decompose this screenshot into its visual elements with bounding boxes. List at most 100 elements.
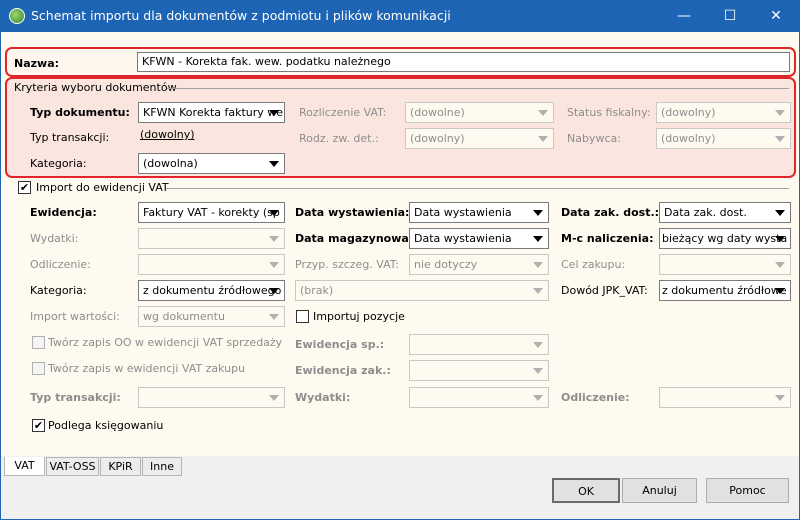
typ-dokumentu-label: Typ dokumentu:: [30, 106, 130, 119]
rodz-zw-det-value: (dowolny): [410, 132, 465, 145]
status-fiskalny-label: Status fiskalny:: [567, 106, 651, 119]
help-button[interactable]: Pomoc: [706, 478, 789, 503]
wydatki2-label: Wydatki:: [295, 391, 351, 404]
chevron-down-icon: [533, 210, 543, 216]
chevron-down-icon: [775, 395, 785, 401]
wydatki2-select[interactable]: [409, 387, 549, 408]
rodz-zw-det-label: Rodz. zw. det.:: [299, 132, 379, 145]
tab-inne[interactable]: Inne: [142, 457, 182, 476]
ewidencja-value: Faktury VAT - korekty (sp: [143, 206, 280, 219]
dialog-window: Schemat importu dla dokumentów z podmiot…: [1, 0, 799, 519]
nazwa-input[interactable]: KFWN - Korekta fak. wew. podatku należne…: [137, 52, 790, 72]
mc-naliczenia-label: M-c naliczenia:: [561, 232, 654, 245]
tab-vat-oss[interactable]: VAT-OSS: [46, 457, 99, 476]
data-magazynowa-label: Data magazynowa:: [295, 232, 414, 245]
brak-value: (brak): [300, 284, 334, 297]
mc-naliczenia-select[interactable]: bieżący wg daty wysta: [659, 228, 791, 249]
rozliczenie-vat-label: Rozliczenie VAT:: [299, 106, 387, 119]
maximize-button[interactable]: ☐: [707, 0, 753, 32]
ok-button[interactable]: OK: [552, 478, 620, 503]
kategoria-vat-select[interactable]: z dokumentu źródłowego: [138, 280, 285, 301]
kryteria-legend: Kryteria wyboru dokumentów: [14, 81, 177, 94]
mc-naliczenia-value: bieżący wg daty wysta: [662, 232, 788, 245]
divider: [166, 188, 789, 189]
chevron-down-icon: [269, 210, 279, 216]
chevron-down-icon: [775, 236, 785, 242]
rozliczenie-vat-value: (dowolne): [410, 106, 465, 119]
dowod-jpk-select[interactable]: z dokumentu źródłowe: [659, 280, 791, 301]
chevron-down-icon: [533, 236, 543, 242]
data-magazynowa-select[interactable]: Data wystawienia: [409, 228, 549, 249]
chevron-down-icon: [269, 236, 279, 242]
cancel-button[interactable]: Anuluj: [622, 478, 697, 503]
import-wartosci-value: wg dokumentu: [143, 310, 225, 323]
kategoria-select[interactable]: (dowolna): [138, 153, 285, 174]
podlega-checkbox[interactable]: ✔: [32, 419, 45, 432]
rozliczenie-vat-select[interactable]: (dowolne): [405, 102, 554, 123]
typ-dokumentu-select[interactable]: KFWN Korekta faktury we: [138, 102, 285, 123]
chevron-down-icon: [269, 161, 279, 167]
ewidencja-label: Ewidencja:: [30, 206, 97, 219]
importuj-pozycje-checkbox[interactable]: [296, 310, 309, 323]
nazwa-label: Nazwa:: [14, 57, 60, 70]
rodz-zw-det-select[interactable]: (dowolny): [405, 128, 554, 149]
odliczenie-select[interactable]: [138, 254, 285, 275]
wydatki-select[interactable]: [138, 228, 285, 249]
podlega-label: Podlega księgowaniu: [48, 419, 164, 432]
odliczenie2-label: Odliczenie:: [561, 391, 630, 404]
chevron-down-icon: [775, 262, 785, 268]
divider: [167, 88, 789, 89]
tab-kpir[interactable]: KPiR: [100, 457, 141, 476]
chevron-down-icon: [269, 262, 279, 268]
typ-transakcji2-label: Typ transakcji:: [30, 391, 121, 404]
cel-zakupu-select[interactable]: [659, 254, 791, 275]
chevron-down-icon: [533, 342, 543, 348]
brak-select[interactable]: (brak): [295, 280, 549, 301]
close-button[interactable]: ✕: [753, 0, 799, 32]
nabywca-label: Nabywca:: [567, 132, 621, 145]
chevron-down-icon: [538, 110, 548, 116]
data-magazynowa-value: Data wystawienia: [414, 232, 512, 245]
typ-transakcji-label: Typ transakcji:: [30, 131, 110, 144]
nabywca-select[interactable]: (dowolny): [656, 128, 791, 149]
chevron-down-icon: [775, 288, 785, 294]
import-vat-label: Import do ewidencji VAT: [36, 181, 169, 194]
przyp-szczeg-vat-label: Przyp. szczeg. VAT:: [295, 258, 400, 271]
import-wartosci-label: Import wartości:: [30, 310, 120, 323]
dowod-jpk-value: z dokumentu źródłowe: [662, 284, 787, 297]
title-bar: Schemat importu dla dokumentów z podmiot…: [1, 0, 799, 32]
chevron-down-icon: [775, 110, 785, 116]
import-vat-checkbox[interactable]: ✔: [18, 181, 31, 194]
odliczenie-label: Odliczenie:: [30, 258, 91, 271]
nabywca-value: (dowolny): [661, 132, 716, 145]
zapis-zakupu-checkbox[interactable]: [32, 362, 45, 375]
tab-vat[interactable]: VAT: [4, 457, 45, 476]
typ-dokumentu-value: KFWN Korekta faktury we: [143, 106, 284, 119]
zapis-oo-checkbox[interactable]: [32, 336, 45, 349]
zapis-zakupu-label: Twórz zapis w ewidencji VAT zakupu: [48, 362, 246, 375]
minimize-button[interactable]: —: [661, 0, 707, 32]
typ-transakcji-link[interactable]: (dowolny): [140, 128, 195, 141]
data-wystawienia-select[interactable]: Data wystawienia: [409, 202, 549, 223]
data-zak-dost-select[interactable]: Data zak. dost.: [659, 202, 791, 223]
data-zak-dost-label: Data zak. dost.:: [561, 206, 660, 219]
importuj-pozycje-label: Importuj pozycje: [313, 310, 405, 323]
chevron-down-icon: [269, 110, 279, 116]
import-wartosci-select[interactable]: wg dokumentu: [138, 306, 285, 327]
status-fiskalny-select[interactable]: (dowolny): [656, 102, 791, 123]
typ-transakcji2-select[interactable]: [138, 387, 285, 408]
chevron-down-icon: [775, 136, 785, 142]
ewidencja-sp-label: Ewidencja sp.:: [295, 338, 385, 351]
ewidencja-sp-select[interactable]: [409, 334, 549, 355]
chevron-down-icon: [533, 288, 543, 294]
odliczenie2-select[interactable]: [659, 387, 791, 408]
ewidencja-select[interactable]: Faktury VAT - korekty (sp: [138, 202, 285, 223]
ewidencja-zak-label: Ewidencja zak.:: [295, 364, 391, 377]
chevron-down-icon: [269, 288, 279, 294]
ewidencja-zak-select[interactable]: [409, 360, 549, 381]
chevron-down-icon: [533, 368, 543, 374]
window-title: Schemat importu dla dokumentów z podmiot…: [31, 8, 451, 23]
przyp-szczeg-vat-value: nie dotyczy: [414, 258, 478, 271]
data-wystawienia-value: Data wystawienia: [414, 206, 512, 219]
przyp-szczeg-vat-select[interactable]: nie dotyczy: [409, 254, 549, 275]
